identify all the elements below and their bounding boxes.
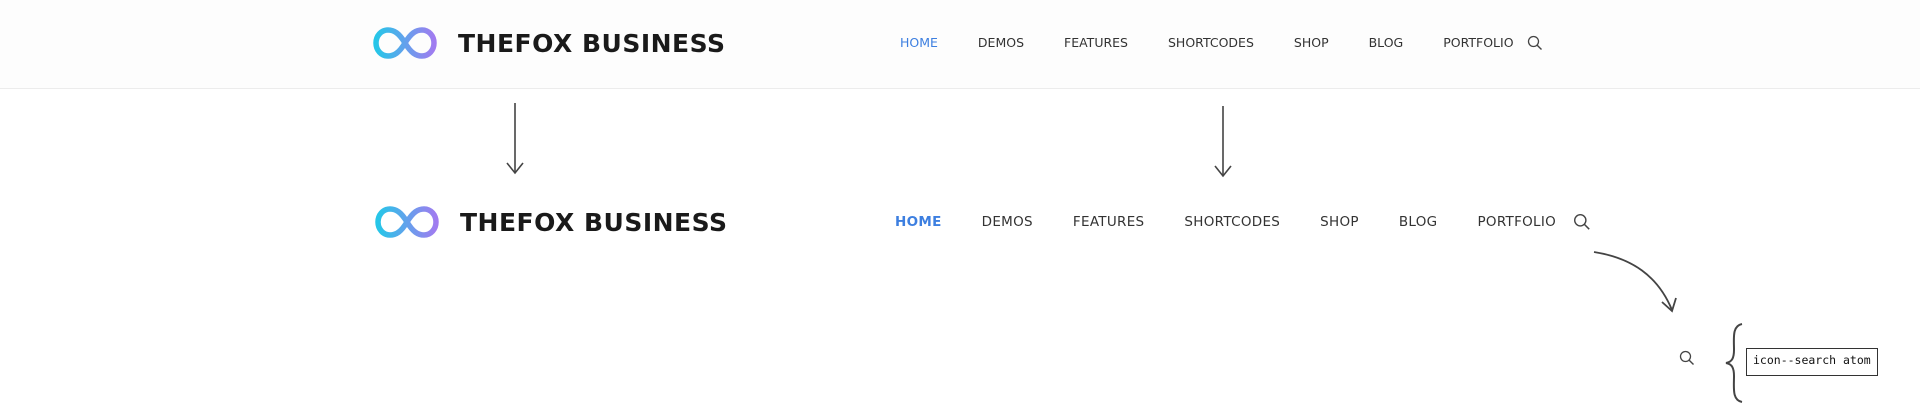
nav-item-features[interactable]: FEATURES: [1073, 214, 1145, 230]
main-nav: HOME DEMOS FEATURES SHORTCODES SHOP BLOG…: [895, 214, 1596, 230]
nav-item-demos[interactable]: DEMOS: [978, 35, 1024, 50]
logo[interactable]: THEFOX BUSINESS: [374, 205, 728, 239]
brand-name: THEFOX BUSINESS: [460, 207, 728, 237]
nav-item-shortcodes[interactable]: SHORTCODES: [1168, 35, 1254, 50]
nav-item-blog[interactable]: BLOG: [1399, 214, 1438, 230]
nav-item-shop[interactable]: SHOP: [1320, 214, 1359, 230]
nav-item-home[interactable]: HOME: [895, 214, 942, 230]
brand-name: THEFOX BUSINESS: [458, 28, 726, 58]
infinity-logo-icon: [372, 26, 438, 60]
nav-item-blog[interactable]: BLOG: [1369, 35, 1404, 50]
search-icon[interactable]: [1573, 213, 1591, 231]
curved-arrow-icon: [1592, 246, 1682, 316]
infinity-logo-icon: [374, 205, 440, 239]
search-icon[interactable]: [1679, 350, 1695, 366]
nav-item-features[interactable]: FEATURES: [1064, 35, 1128, 50]
nav-item-shop[interactable]: SHOP: [1294, 35, 1329, 50]
callout-label: icon--search atom: [1746, 348, 1878, 376]
nav-item-shortcodes[interactable]: SHORTCODES: [1184, 214, 1280, 230]
down-arrow-icon: [1213, 106, 1233, 178]
nav-item-demos[interactable]: DEMOS: [982, 214, 1033, 230]
down-arrow-icon: [505, 103, 525, 175]
nav-item-portfolio[interactable]: PORTFOLIO: [1477, 214, 1556, 230]
site-header: THEFOX BUSINESS HOME DEMOS FEATURES SHOR…: [0, 0, 1920, 89]
logo[interactable]: THEFOX BUSINESS: [372, 26, 726, 60]
nav-item-home[interactable]: HOME: [900, 35, 938, 50]
main-nav: HOME DEMOS FEATURES SHORTCODES SHOP BLOG…: [900, 35, 1554, 50]
nav-item-portfolio[interactable]: PORTFOLIO: [1443, 35, 1513, 50]
curly-brace-icon: [1724, 322, 1748, 404]
search-icon[interactable]: [1527, 35, 1543, 51]
